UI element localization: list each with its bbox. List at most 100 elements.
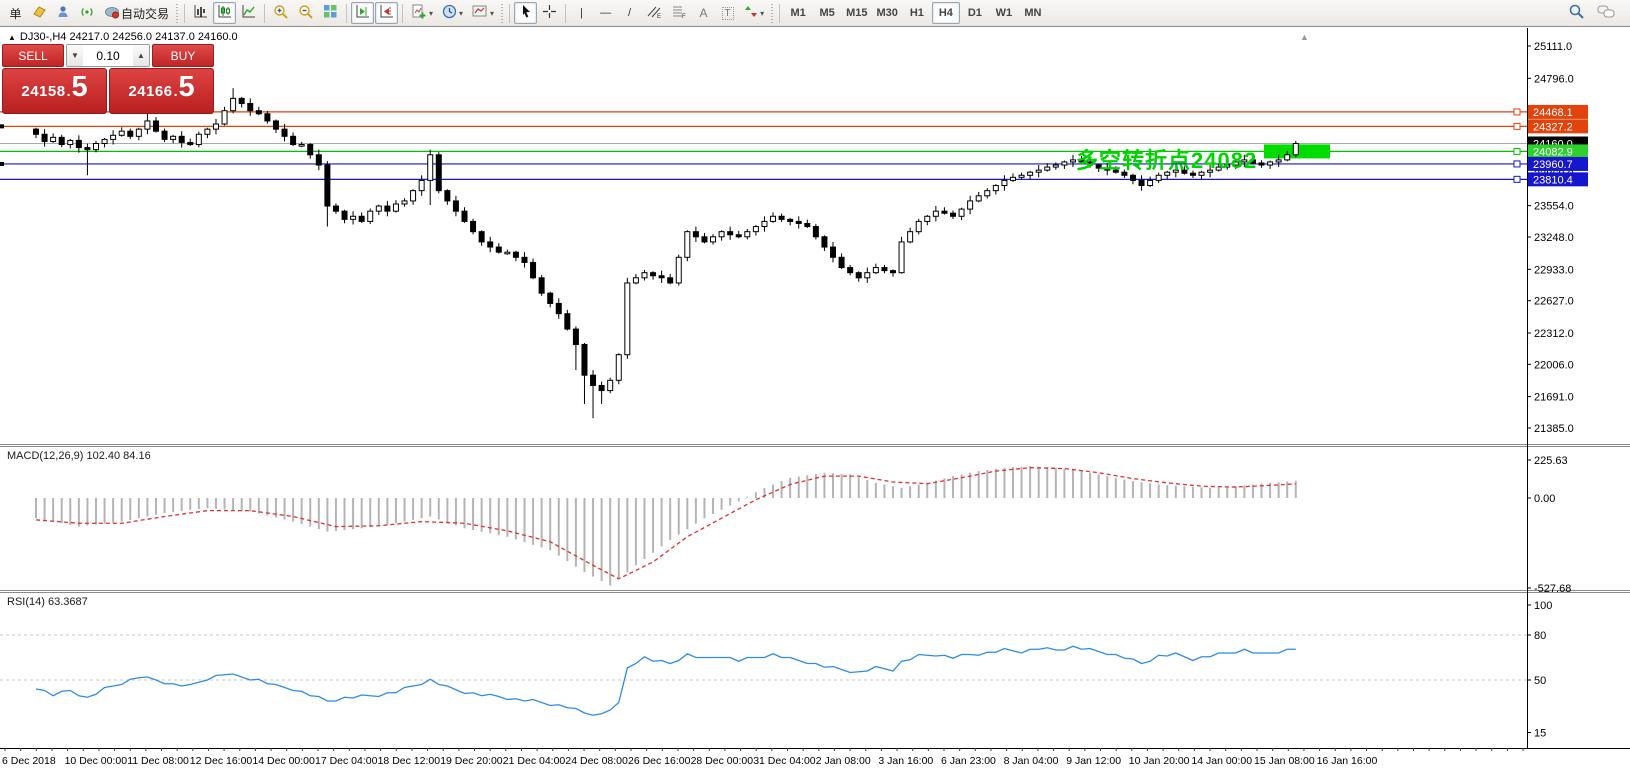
candle <box>848 268 853 273</box>
candle <box>976 196 981 201</box>
date-label: 11 Dec 08:00 <box>127 755 189 767</box>
sell-price-box[interactable]: 24158.5 <box>2 68 107 114</box>
sell-button[interactable]: SELL <box>2 44 64 67</box>
candle <box>59 137 64 144</box>
annotation-text[interactable]: 多空转折点24082 <box>1076 143 1257 175</box>
buy-price-box[interactable]: 24166.5 <box>109 68 214 114</box>
candle <box>599 385 604 390</box>
svg-text:22627.0: 22627.0 <box>1534 296 1574 308</box>
svg-text:22933.0: 22933.0 <box>1534 264 1574 276</box>
chart-canvas[interactable]: ▲25111.024796.024481.024175.023869.02355… <box>0 0 1630 773</box>
candle <box>1070 160 1075 162</box>
candle <box>453 201 458 211</box>
candle <box>728 232 733 235</box>
candle <box>608 380 613 390</box>
date-label: 15 Jan 08:00 <box>1254 755 1315 767</box>
candle <box>248 104 253 111</box>
candle <box>788 219 793 221</box>
svg-text:25111.0: 25111.0 <box>1534 41 1572 53</box>
candle <box>85 148 90 150</box>
candle <box>591 375 596 385</box>
candle <box>119 131 124 135</box>
candle <box>102 139 107 143</box>
candle <box>531 262 536 277</box>
candle <box>873 268 878 273</box>
candle <box>796 221 801 223</box>
candle <box>1259 163 1264 165</box>
date-label: 3 Jan 16:00 <box>878 755 933 767</box>
candle <box>539 278 544 293</box>
date-label: 31 Dec 04:00 <box>753 755 816 767</box>
date-label: 21 Dec 04:00 <box>503 755 566 767</box>
date-label: 28 Dec 00:00 <box>691 755 754 767</box>
candle <box>1285 155 1290 160</box>
candle <box>111 135 116 139</box>
candle <box>942 211 947 213</box>
candle <box>693 232 698 237</box>
candle <box>34 129 39 134</box>
candle <box>359 216 364 221</box>
candle <box>385 206 390 211</box>
candle <box>968 201 973 209</box>
chart-background[interactable] <box>0 28 1630 748</box>
price-label-23960.7: 23960.7 <box>1533 159 1573 171</box>
candle <box>745 232 750 237</box>
candle <box>865 273 870 278</box>
candle <box>171 136 176 139</box>
trading-app-window: 单 自动交易 <box>0 0 1630 773</box>
candle <box>51 137 56 141</box>
candle <box>471 221 476 231</box>
candle <box>68 140 73 144</box>
date-label: 16 Jan 16:00 <box>1317 755 1378 767</box>
volume-increase-button[interactable]: ▲ <box>133 45 149 66</box>
symbol-ohlc-text: DJ30-,H4 24217.0 24256.0 24137.0 24160.0 <box>20 31 238 43</box>
candle <box>462 211 467 221</box>
time-axis-labels: 6 Dec 201810 Dec 00:0011 Dec 08:0012 Dec… <box>2 755 1377 767</box>
candle <box>908 232 913 242</box>
price-label-24327.2: 24327.2 <box>1533 121 1573 133</box>
candle <box>411 191 416 201</box>
macd-scale-0.00: 0.00 <box>1534 493 1555 505</box>
date-label: 17 Dec 04:00 <box>315 755 378 767</box>
candle <box>659 276 664 278</box>
candle <box>1130 175 1135 180</box>
candle <box>42 134 47 141</box>
macd-label: MACD(12,26,9) 102.40 84.16 <box>7 450 151 462</box>
one-click-trading-panel: SELL ▼ 0.10 ▲ BUY 24158.5 24166.5 <box>2 44 214 114</box>
rsi-scale-50: 50 <box>1534 675 1546 687</box>
candle <box>402 201 407 204</box>
candle <box>488 242 493 247</box>
candle <box>1156 175 1161 180</box>
candle <box>685 232 690 258</box>
rsi-label: RSI(14) 63.3687 <box>7 596 88 608</box>
rsi-scale-80: 80 <box>1534 630 1546 642</box>
price-label-24082.9: 24082.9 <box>1533 146 1573 158</box>
candle <box>188 142 193 144</box>
sell-price-dot: . <box>67 83 71 99</box>
candle <box>582 344 587 375</box>
svg-text:22312.0: 22312.0 <box>1534 328 1574 340</box>
candle <box>831 247 836 257</box>
date-label: 2 Jan 08:00 <box>816 755 871 767</box>
volume-value[interactable]: 0.10 <box>83 45 133 66</box>
volume-decrease-button[interactable]: ▼ <box>67 45 83 66</box>
candle <box>273 121 278 129</box>
candle <box>299 145 304 147</box>
candle <box>1139 180 1144 185</box>
candle <box>239 98 244 103</box>
buy-button[interactable]: BUY <box>152 44 214 67</box>
candle <box>376 206 381 211</box>
macd-scale-225.63: 225.63 <box>1534 455 1568 467</box>
candle <box>856 273 861 278</box>
candle <box>779 216 784 219</box>
candle <box>1010 177 1015 180</box>
svg-text:23248.0: 23248.0 <box>1534 232 1574 244</box>
price-label-23810.4: 23810.4 <box>1533 174 1573 186</box>
date-label: 6 Dec 2018 <box>2 755 56 767</box>
collapse-arrow-icon[interactable]: ▲ <box>8 33 16 42</box>
candle <box>136 129 141 136</box>
svg-text:▲: ▲ <box>1300 32 1309 42</box>
date-label: 18 Dec 12:00 <box>378 755 441 767</box>
candle <box>1028 172 1033 175</box>
candle <box>719 232 724 237</box>
